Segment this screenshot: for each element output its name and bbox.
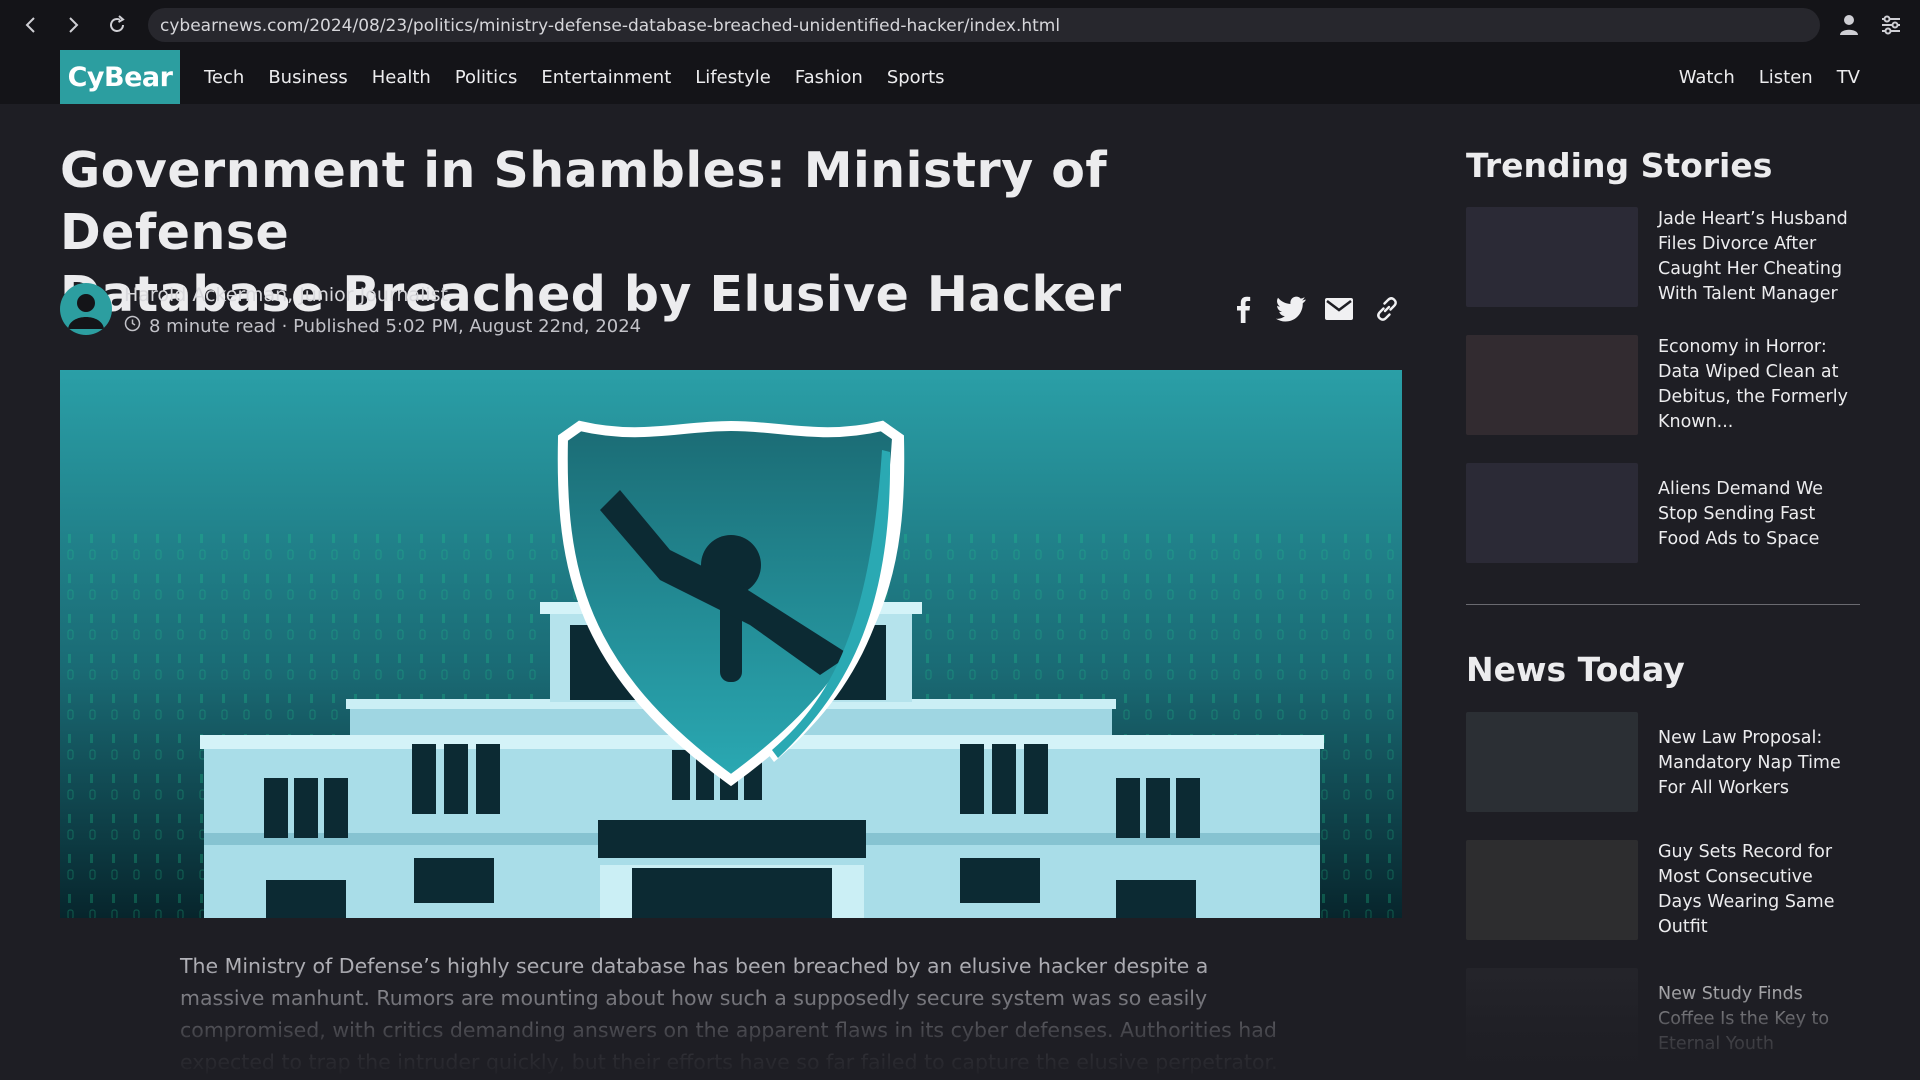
story-title[interactable]: New Law Proposal: Mandatory Nap Time For… bbox=[1658, 726, 1862, 801]
news-story-3[interactable]: New Study Finds Coffee Is the Key to Ete… bbox=[1466, 968, 1860, 1070]
nav-fashion[interactable]: Fashion bbox=[795, 67, 863, 88]
story-thumbnail[interactable] bbox=[1466, 207, 1638, 307]
author-avatar[interactable] bbox=[60, 283, 112, 335]
story-title[interactable]: New Study Finds Coffee Is the Key to Ete… bbox=[1658, 982, 1862, 1057]
nav-tv[interactable]: TV bbox=[1837, 67, 1860, 88]
sidebar-divider bbox=[1466, 604, 1860, 605]
profile-icon[interactable] bbox=[1836, 12, 1862, 38]
back-arrow-icon[interactable] bbox=[18, 12, 44, 38]
facebook-icon[interactable] bbox=[1228, 294, 1258, 324]
address-bar[interactable]: cybearnews.com/2024/08/23/politics/minis… bbox=[148, 8, 1820, 42]
nav-listen[interactable]: Listen bbox=[1759, 67, 1813, 88]
clock-icon bbox=[124, 315, 141, 337]
story-thumbnail[interactable] bbox=[1466, 335, 1638, 435]
email-icon[interactable] bbox=[1324, 294, 1354, 324]
settings-sliders-icon[interactable] bbox=[1878, 12, 1904, 38]
news-story-1[interactable]: New Law Proposal: Mandatory Nap Time For… bbox=[1466, 712, 1860, 814]
trending-story-2[interactable]: Economy in Horror: Data Wiped Clean at D… bbox=[1466, 335, 1860, 437]
news-today-heading: News Today bbox=[1466, 650, 1685, 689]
article-title-line-1: Government in Shambles: Ministry of Defe… bbox=[60, 142, 1108, 261]
story-title[interactable]: Aliens Demand We Stop Sending Fast Food … bbox=[1658, 477, 1862, 552]
trending-heading: Trending Stories bbox=[1466, 146, 1773, 185]
main-nav: Tech Business Health Politics Entertainm… bbox=[204, 50, 945, 104]
trending-story-3[interactable]: Aliens Demand We Stop Sending Fast Food … bbox=[1466, 463, 1860, 565]
author-name[interactable]: Harold Ackerman, Junior Journalist bbox=[124, 284, 448, 306]
nav-lifestyle[interactable]: Lifestyle bbox=[695, 67, 771, 88]
media-nav: Watch Listen TV bbox=[1679, 50, 1860, 104]
reload-icon[interactable] bbox=[104, 12, 130, 38]
url-text: cybearnews.com/2024/08/23/politics/minis… bbox=[160, 16, 1061, 36]
nav-business[interactable]: Business bbox=[268, 67, 347, 88]
story-thumbnail[interactable] bbox=[1466, 712, 1638, 812]
nav-watch[interactable]: Watch bbox=[1679, 67, 1735, 88]
news-story-2[interactable]: Guy Sets Record for Most Consecutive Day… bbox=[1466, 840, 1860, 942]
site-logo[interactable]: CyBear bbox=[60, 50, 180, 104]
hero-image bbox=[60, 370, 1402, 918]
story-thumbnail[interactable] bbox=[1466, 463, 1638, 563]
nav-tech[interactable]: Tech bbox=[204, 67, 244, 88]
article-meta: 8 minute read · Published 5:02 PM, Augus… bbox=[124, 315, 641, 337]
nav-sports[interactable]: Sports bbox=[887, 67, 945, 88]
twitter-icon[interactable] bbox=[1276, 294, 1306, 324]
story-title[interactable]: Jade Heart’s Husband Files Divorce After… bbox=[1658, 207, 1862, 307]
nav-health[interactable]: Health bbox=[372, 67, 431, 88]
link-icon[interactable] bbox=[1372, 294, 1402, 324]
forward-arrow-icon[interactable] bbox=[60, 12, 86, 38]
share-bar bbox=[1228, 294, 1402, 324]
story-thumbnail[interactable] bbox=[1466, 840, 1638, 940]
nav-politics[interactable]: Politics bbox=[455, 67, 518, 88]
article-body: The Ministry of Defense’s highly secure … bbox=[180, 954, 1278, 1074]
nav-entertainment[interactable]: Entertainment bbox=[541, 67, 671, 88]
site-header: CyBear Tech Business Health Politics Ent… bbox=[0, 50, 1920, 104]
browser-toolbar: cybearnews.com/2024/08/23/politics/minis… bbox=[0, 0, 1920, 50]
article-meta-text: 8 minute read · Published 5:02 PM, Augus… bbox=[149, 315, 642, 337]
story-thumbnail[interactable] bbox=[1466, 968, 1638, 1068]
story-title[interactable]: Guy Sets Record for Most Consecutive Day… bbox=[1658, 840, 1862, 940]
story-title[interactable]: Economy in Horror: Data Wiped Clean at D… bbox=[1658, 335, 1862, 435]
trending-story-1[interactable]: Jade Heart’s Husband Files Divorce After… bbox=[1466, 207, 1860, 309]
